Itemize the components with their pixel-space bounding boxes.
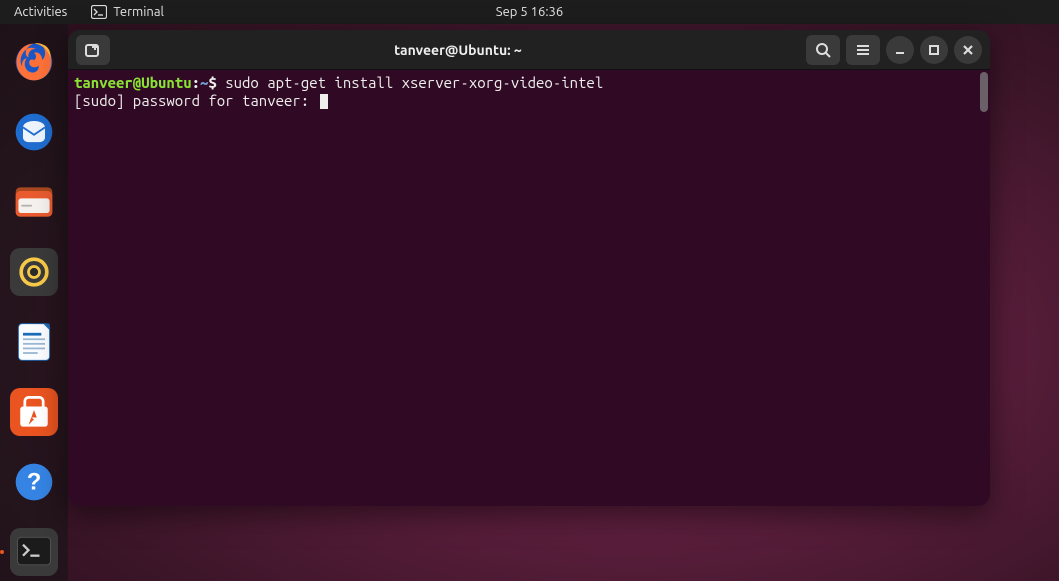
writer-icon	[12, 320, 56, 364]
dock-item-rhythmbox[interactable]	[10, 248, 58, 296]
terminal-body[interactable]: tanveer@Ubuntu:~$ sudo apt-get install x…	[68, 70, 990, 506]
dock-item-terminal[interactable]	[10, 528, 58, 576]
dock-item-help[interactable]: ?	[10, 458, 58, 506]
output-line: [sudo] password for tanveer:	[74, 92, 318, 109]
scrollbar-thumb[interactable]	[980, 72, 988, 112]
hamburger-menu-button[interactable]	[846, 35, 880, 65]
clock[interactable]: Sep 5 16:36	[496, 5, 563, 19]
dock-item-thunderbird[interactable]	[10, 108, 58, 156]
dock-item-ubuntu-software[interactable]	[10, 388, 58, 436]
firefox-icon	[12, 40, 56, 84]
topbar-app-menu[interactable]: Terminal	[81, 5, 174, 19]
dock-item-libreoffice-writer[interactable]	[10, 318, 58, 366]
search-button[interactable]	[806, 35, 840, 65]
dock-item-files[interactable]	[10, 178, 58, 226]
window-titlebar: tanveer@Ubuntu: ~	[68, 30, 990, 70]
minimize-icon	[894, 44, 906, 56]
maximize-button[interactable]	[920, 36, 948, 64]
topbar-app-label: Terminal	[113, 5, 164, 19]
rhythmbox-icon	[12, 250, 56, 294]
cursor	[320, 94, 328, 109]
help-icon: ?	[12, 460, 56, 504]
svg-text:?: ?	[27, 468, 42, 495]
terminal-window: tanveer@Ubuntu: ~ tanveer@Ubuntu:~$ sudo…	[68, 30, 990, 506]
files-icon	[12, 180, 56, 224]
prompt-colon: :	[192, 74, 200, 91]
command-text: sudo apt-get install xserver-xorg-video-…	[225, 74, 603, 91]
close-button[interactable]	[954, 36, 982, 64]
new-tab-button[interactable]	[76, 35, 110, 65]
maximize-icon	[928, 44, 940, 56]
close-icon	[962, 44, 974, 56]
thunderbird-icon	[12, 110, 56, 154]
window-title: tanveer@Ubuntu: ~	[116, 42, 800, 58]
dock-item-firefox[interactable]	[10, 38, 58, 86]
search-icon	[815, 42, 831, 58]
gnome-topbar: Activities Terminal Sep 5 16:36	[0, 0, 1059, 24]
prompt-symbol: $	[208, 74, 216, 91]
activities-button[interactable]: Activities	[0, 5, 81, 19]
hamburger-icon	[855, 42, 871, 58]
software-icon	[12, 390, 56, 434]
terminal-icon	[91, 5, 107, 19]
minimize-button[interactable]	[886, 36, 914, 64]
prompt-user: tanveer@Ubuntu	[74, 74, 192, 91]
terminal-app-icon	[12, 530, 56, 574]
dock: ?	[0, 24, 68, 581]
